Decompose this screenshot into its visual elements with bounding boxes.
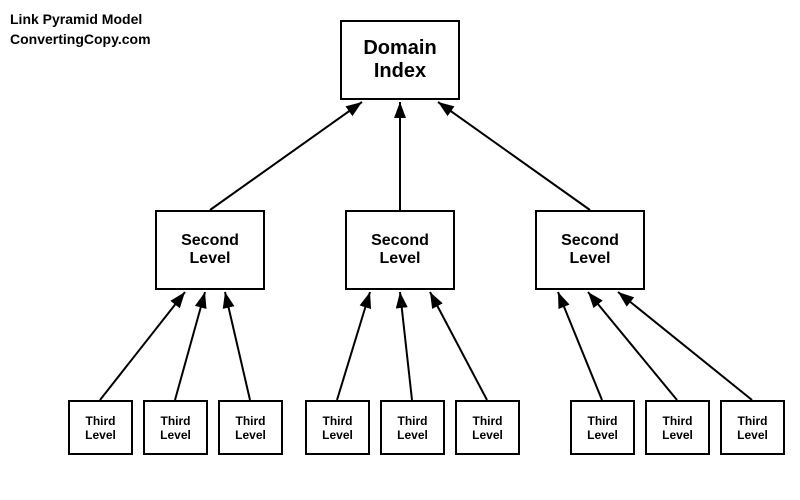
- brand-line2: ConvertingCopy.com: [10, 30, 151, 50]
- brand-line1: Link Pyramid Model: [10, 10, 151, 30]
- node-third-1: ThirdLevel: [68, 400, 133, 455]
- node-third-8: ThirdLevel: [645, 400, 710, 455]
- second-label-2: SecondLevel: [371, 232, 429, 268]
- node-second-2: SecondLevel: [345, 210, 455, 290]
- node-third-7: ThirdLevel: [570, 400, 635, 455]
- node-second-3: SecondLevel: [535, 210, 645, 290]
- branding-label: Link Pyramid Model ConvertingCopy.com: [10, 10, 151, 49]
- node-second-1: SecondLevel: [155, 210, 265, 290]
- second-label-3: SecondLevel: [561, 232, 619, 268]
- node-third-6: ThirdLevel: [455, 400, 520, 455]
- domain-label: DomainIndex: [363, 37, 436, 83]
- node-third-2: ThirdLevel: [143, 400, 208, 455]
- node-third-5: ThirdLevel: [380, 400, 445, 455]
- node-domain: DomainIndex: [340, 20, 460, 100]
- node-third-3: ThirdLevel: [218, 400, 283, 455]
- second-label-1: SecondLevel: [181, 232, 239, 268]
- node-third-9: ThirdLevel: [720, 400, 785, 455]
- node-third-4: ThirdLevel: [305, 400, 370, 455]
